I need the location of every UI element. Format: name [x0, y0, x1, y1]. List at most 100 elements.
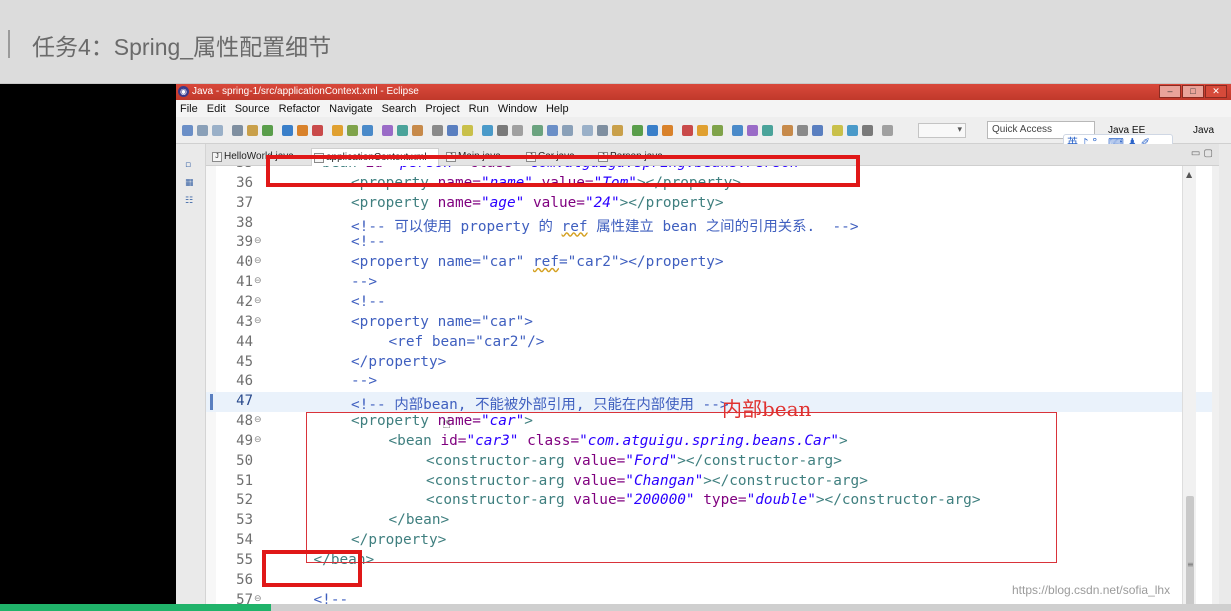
toolbar-button-icon[interactable]	[862, 125, 873, 136]
scroll-thumb[interactable]	[1186, 496, 1194, 606]
toolbar-button-icon[interactable]	[432, 125, 443, 136]
toolbar-button-icon[interactable]	[632, 125, 643, 136]
perspective-java[interactable]: Java	[1193, 122, 1231, 140]
toolbar-button-icon[interactable]	[232, 125, 243, 136]
menu-item-source[interactable]: Source	[235, 103, 270, 115]
toolbar-button-icon[interactable]	[262, 125, 273, 136]
toolbar-combo[interactable]: ▾	[918, 123, 966, 138]
fold-toggle-icon[interactable]: ⊖	[254, 435, 262, 445]
toolbar-button-icon[interactable]	[462, 125, 473, 136]
code-line[interactable]: 43 ⊖ <property name="car">	[206, 313, 1212, 333]
toolbar-button-icon[interactable]	[882, 125, 893, 136]
toolbar-button-icon[interactable]	[712, 125, 723, 136]
code-token: <ref bean="car2"/>	[388, 333, 545, 350]
toolbar-button-icon[interactable]	[612, 125, 623, 136]
code-token: "24"	[584, 194, 620, 211]
code-line[interactable]: 42 ⊖ <!--	[206, 293, 1212, 313]
code-line[interactable]: 38 <!-- 可以使用 property 的 ref 属性建立 bean 之间的…	[206, 214, 1212, 236]
code-text: <property name="car">	[351, 314, 533, 330]
window-title: Java - spring-1/src/applicationContext.x…	[192, 86, 419, 97]
package-explorer-icon[interactable]: ▦	[185, 178, 195, 188]
editor-vertical-scrollbar[interactable]: ▲ ≡	[1182, 166, 1196, 611]
restore-icon[interactable]: ▫	[185, 160, 195, 170]
toolbar-button-icon[interactable]	[182, 125, 193, 136]
code-text: <!--	[351, 294, 386, 310]
toolbar-button-icon[interactable]	[747, 125, 758, 136]
hierarchy-icon[interactable]: ☷	[185, 196, 195, 206]
code-line[interactable]: 47 <!-- 内部bean, 不能被外部引用, 只能在内部使用 -->	[206, 392, 1212, 414]
fold-toggle-icon[interactable]: ⊖	[254, 415, 262, 425]
line-number: 37	[236, 194, 253, 211]
toolbar-button-icon[interactable]	[197, 125, 208, 136]
menu-item-project[interactable]: Project	[425, 103, 459, 115]
code-text: <!-- 可以使用 property 的 ref 属性建立 bean 之间的引用…	[351, 215, 859, 236]
menu-item-navigate[interactable]: Navigate	[329, 103, 372, 115]
toolbar-button-icon[interactable]	[497, 125, 508, 136]
toolbar-button-icon[interactable]	[412, 125, 423, 136]
menu-item-edit[interactable]: Edit	[207, 103, 226, 115]
menu-item-search[interactable]: Search	[382, 103, 417, 115]
menu-item-help[interactable]: Help	[546, 103, 569, 115]
toolbar-button-icon[interactable]	[847, 125, 858, 136]
toolbar-button-icon[interactable]	[697, 125, 708, 136]
minimize-maximize-icon[interactable]: ▭ ▢	[1191, 148, 1213, 159]
toolbar-button-icon[interactable]	[547, 125, 558, 136]
code-line[interactable]: 45 </property>	[206, 353, 1212, 373]
fold-toggle-icon[interactable]: ⊖	[254, 256, 262, 266]
scroll-up-icon[interactable]: ▲	[1186, 170, 1192, 179]
code-token: 属性建立 bean 之间的引用关系. -->	[587, 218, 859, 235]
code-token: <!-- 内部bean, 不能被外部引用, 只能在内部使用 -->	[351, 397, 729, 414]
code-line[interactable]: 40 ⊖ <property name="car" ref="car2"></pro…	[206, 253, 1212, 273]
menu-item-file[interactable]: File	[180, 103, 198, 115]
toolbar-button-icon[interactable]	[297, 125, 308, 136]
code-token: value=	[524, 194, 585, 211]
left-trim-strip: ▫ ▦ ☷	[176, 144, 206, 611]
menu-item-run[interactable]: Run	[469, 103, 489, 115]
fold-toggle-icon[interactable]: ⊖	[254, 276, 262, 286]
toolbar-button-icon[interactable]	[447, 125, 458, 136]
menu-item-window[interactable]: Window	[498, 103, 537, 115]
toolbar-button-icon[interactable]	[282, 125, 293, 136]
line-number: 38	[236, 214, 253, 231]
fold-toggle-icon[interactable]: ⊖	[254, 594, 262, 604]
maximize-button[interactable]: □	[1182, 85, 1204, 98]
toolbar-button-icon[interactable]	[312, 125, 323, 136]
code-line[interactable]: 46 -->	[206, 372, 1212, 392]
toolbar-button-icon[interactable]	[512, 125, 523, 136]
code-line[interactable]: 37 <property name="age" value="24"></prop…	[206, 194, 1212, 214]
toolbar-button-icon[interactable]	[662, 125, 673, 136]
fold-toggle-icon[interactable]: ⊖	[254, 236, 262, 246]
fold-toggle-icon[interactable]: ⊖	[254, 166, 262, 167]
toolbar-button-icon[interactable]	[532, 125, 543, 136]
fold-toggle-icon[interactable]: ⊖	[254, 316, 262, 326]
code-token: </property>	[351, 353, 447, 370]
highlight-box-bean-open	[266, 155, 860, 187]
toolbar-button-icon[interactable]	[397, 125, 408, 136]
toolbar-button-icon[interactable]	[597, 125, 608, 136]
toolbar-button-icon[interactable]	[732, 125, 743, 136]
toolbar-button-icon[interactable]	[812, 125, 823, 136]
toolbar-button-icon[interactable]	[782, 125, 793, 136]
toolbar-button-icon[interactable]	[482, 125, 493, 136]
code-line[interactable]: 44 <ref bean="car2"/>	[206, 333, 1212, 353]
toolbar-button-icon[interactable]	[362, 125, 373, 136]
fold-toggle-icon[interactable]: ⊖	[254, 296, 262, 306]
toolbar-button-icon[interactable]	[247, 125, 258, 136]
menu-item-refactor[interactable]: Refactor	[279, 103, 321, 115]
toolbar-button-icon[interactable]	[562, 125, 573, 136]
toolbar-button-icon[interactable]	[797, 125, 808, 136]
toolbar-button-icon[interactable]	[332, 125, 343, 136]
close-button[interactable]: ✕	[1205, 85, 1227, 98]
toolbar-button-icon[interactable]	[582, 125, 593, 136]
toolbar-button-icon[interactable]	[647, 125, 658, 136]
toolbar-button-icon[interactable]	[832, 125, 843, 136]
toolbar-button-icon[interactable]	[212, 125, 223, 136]
video-progress-bar[interactable]	[0, 604, 1231, 611]
toolbar-button-icon[interactable]	[382, 125, 393, 136]
minimize-button[interactable]: –	[1159, 85, 1181, 98]
toolbar-button-icon[interactable]	[347, 125, 358, 136]
toolbar-button-icon[interactable]	[682, 125, 693, 136]
toolbar-button-icon[interactable]	[762, 125, 773, 136]
code-line[interactable]: 41 ⊖ -->	[206, 273, 1212, 293]
code-line[interactable]: 39 ⊖ <!--	[206, 233, 1212, 253]
